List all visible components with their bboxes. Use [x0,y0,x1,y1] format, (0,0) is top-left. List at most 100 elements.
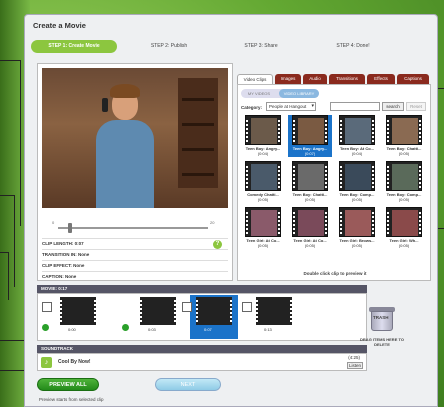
clip-duration: (0:05) [398,151,410,156]
callout-line [14,195,15,287]
transition-slot-icon[interactable] [42,302,52,312]
clip-thumbnail [292,115,328,145]
clip-thumbnail [386,161,422,191]
clip-item[interactable]: Teen Boy: Comp... (0:05) [335,161,379,203]
timeline-clip[interactable]: 0:03 [140,297,180,337]
clip-duration: (0:05) [257,243,269,248]
step-2-publish[interactable]: STEP 2: Publish [129,40,209,53]
clip-duration: (0:05) [351,197,363,202]
clip-duration: (0:05) [304,197,316,202]
timeline-clip[interactable]: 0:13 [256,297,296,337]
clip-effect-field[interactable]: CLIP EFFECT: None [42,260,228,270]
step-bar: STEP 1: Create Movie STEP 2: Publish STE… [31,40,431,53]
timeline-time: 0:07 [204,327,212,332]
clip-duration: (0:07) [304,151,316,156]
clip-thumbnail [339,161,375,191]
movie-timeline-header: MOVIE: 0:17 [37,285,367,293]
clip-item[interactable]: Teen Boy: Comp... (0:05) [382,161,426,203]
timeline-thumbnail [256,297,292,325]
clip-item[interactable]: Comedy Chatti... (0:05) [241,161,285,203]
clip-thumbnail [339,207,375,237]
clip-duration: (0:05) [398,243,410,248]
shelf-image [178,78,218,188]
clip-thumbnail [386,115,422,145]
callout-line [20,60,21,226]
soundtrack-name: Cool By Now! [58,359,91,365]
timeline-time: 0:13 [264,327,272,332]
tab-transitions[interactable]: Transitions [329,74,365,84]
media-library-panel: Video Clips Images Audio Transitions Eff… [237,63,431,281]
category-value: People at Hangout [269,104,307,109]
clip-item[interactable]: Teen Girl: Wh... (0:05) [382,207,426,249]
tab-audio[interactable]: Audio [303,74,327,84]
transition-slot-icon[interactable] [242,302,252,312]
transition-in-field[interactable]: TRANSITION IN: None [42,249,228,259]
category-select[interactable]: People at Hangout ▾ [266,102,316,111]
preview-all-button[interactable]: PREVIEW ALL [37,378,99,391]
tab-captions[interactable]: Captions [397,74,429,84]
callout-line [8,252,9,300]
tab-video-clips[interactable]: Video Clips [237,74,273,84]
page-title: Create a Movie [33,21,86,30]
reset-button[interactable]: Reset [406,102,426,111]
callout-line [0,195,14,196]
chevron-down-icon: ▾ [311,103,314,109]
library-content: MY VIDEOS VIDEO LIBRARY Category: People… [237,84,431,281]
clip-item[interactable]: Teen Boy: Chatti... (0:05) [288,161,332,203]
character-image [96,120,154,208]
tab-images[interactable]: Images [275,74,301,84]
timeline-time: 0:03 [148,327,156,332]
caption-field[interactable]: CAPTION: None [42,271,228,281]
clip-thumbnail [339,115,375,145]
timeline-time: 0:00 [68,327,76,332]
video-source-toggle: MY VIDEOS VIDEO LIBRARY [241,89,319,98]
search-button[interactable]: search [382,102,404,111]
clip-item[interactable]: Teen Girl: Brows... (0:05) [335,207,379,249]
timeline-thumbnail [196,297,232,325]
music-note-icon: ♪ [41,357,52,368]
playback-slider[interactable] [58,227,208,229]
search-input[interactable] [330,102,380,111]
clip-thumbnail [386,207,422,237]
clip-duration: (0:05) [351,243,363,248]
clip-item-selected[interactable]: Teen Boy: Angry... (0:07) [288,115,332,157]
next-button[interactable]: NEXT [155,378,221,391]
trash-can-icon[interactable]: TRASH [369,305,395,331]
clip-item[interactable]: Teen Girl: At Co... (0:05) [241,207,285,249]
video-library-toggle[interactable]: VIDEO LIBRARY [279,89,319,98]
slider-tick-start: 0 [52,220,55,225]
clip-thumbnail [245,161,281,191]
my-videos-toggle[interactable]: MY VIDEOS [241,89,277,98]
clip-preview-video[interactable] [42,68,228,208]
phone-image [102,98,108,112]
clip-duration: (0:04) [257,151,269,156]
clip-item[interactable]: Teen Boy: At Co... (0:04) [335,115,379,157]
step-4-done[interactable]: STEP 4: Done! [313,40,393,53]
soundtrack-row[interactable]: ♪ Cool By Now! (4:25) Listen [37,353,367,371]
timeline-clip[interactable]: 0:00 [60,297,100,337]
trash-label: TRASH [373,315,389,320]
clip-item[interactable]: Teen Boy: Chatti... (0:05) [382,115,426,157]
clip-thumbnail [245,115,281,145]
step-1-create-movie[interactable]: STEP 1: Create Movie [31,40,117,53]
timeline-thumbnail [60,297,96,325]
transition-dot-icon[interactable] [42,324,49,331]
movie-timeline: 0:00 0:03 0:07 0:13 [37,293,367,341]
step-3-share[interactable]: STEP 3: Share [221,40,301,53]
playback-slider-handle[interactable] [68,223,72,233]
soundtrack-header: SOUNDTRACK [37,345,367,353]
tab-effects[interactable]: Effects [367,74,395,84]
clip-item[interactable]: Teen Boy: Angry... (0:04) [241,115,285,157]
timeline-clip-selected[interactable]: 0:07 [196,297,236,337]
soundtrack-duration: (4:25) [348,355,360,360]
category-label: Category: [241,105,263,110]
create-movie-panel: Create a Movie STEP 1: Create Movie STEP… [24,14,438,407]
timeline-thumbnail [140,297,176,325]
clip-length-label: CLIP LENGTH: 0:07 [42,238,228,248]
transition-slot-icon[interactable] [182,302,192,312]
clip-duration: (0:05) [257,197,269,202]
clip-item[interactable]: Teen Girl: At Co... (0:05) [288,207,332,249]
transition-dot-icon[interactable] [122,324,129,331]
listen-button[interactable]: Listen [347,362,363,369]
callout-line [0,252,8,253]
